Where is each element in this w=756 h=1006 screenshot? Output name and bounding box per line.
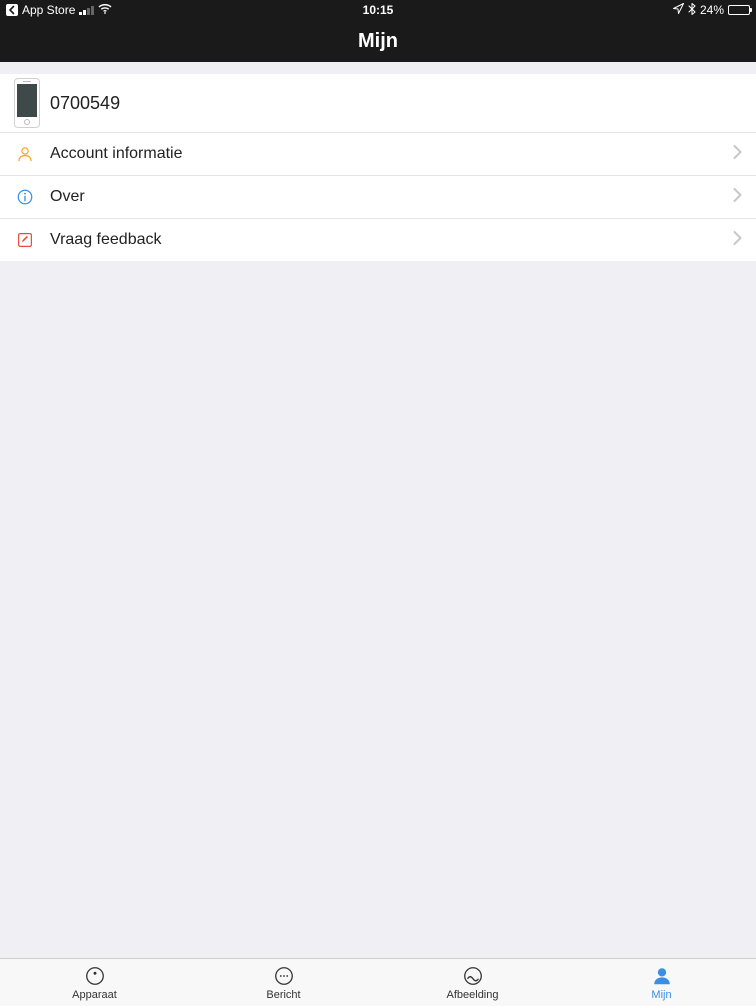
wifi-icon bbox=[98, 3, 112, 17]
tab-mine[interactable]: Mijn bbox=[567, 959, 756, 1006]
tab-bar: Apparaat Bericht Afbeelding Mijn bbox=[0, 958, 756, 1006]
battery-icon bbox=[728, 5, 750, 15]
tab-device[interactable]: Apparaat bbox=[0, 959, 189, 1006]
image-tab-icon bbox=[462, 965, 484, 987]
battery-pct-label: 24% bbox=[700, 3, 724, 17]
location-icon bbox=[673, 3, 684, 17]
bluetooth-icon bbox=[688, 3, 696, 18]
device-phone-icon bbox=[14, 78, 40, 128]
back-to-app-label[interactable]: App Store bbox=[22, 3, 75, 17]
user-icon bbox=[14, 145, 36, 163]
chevron-right-icon bbox=[733, 145, 742, 164]
menu-item-label: Vraag feedback bbox=[50, 231, 733, 249]
chevron-right-icon bbox=[733, 188, 742, 207]
profile-row[interactable]: 0700549 bbox=[0, 74, 756, 132]
message-tab-icon bbox=[273, 965, 295, 987]
device-tab-icon bbox=[84, 965, 106, 987]
spacer bbox=[0, 62, 756, 74]
chevron-right-icon bbox=[733, 231, 742, 250]
back-to-app-icon[interactable] bbox=[6, 4, 18, 16]
menu-item-about[interactable]: Over bbox=[0, 175, 756, 218]
menu-item-feedback[interactable]: Vraag feedback bbox=[0, 218, 756, 261]
tab-label: Bericht bbox=[266, 989, 300, 1001]
tab-image[interactable]: Afbeelding bbox=[378, 959, 567, 1006]
menu-item-label: Account informatie bbox=[50, 145, 733, 163]
mine-tab-icon bbox=[651, 965, 673, 987]
tab-label: Apparaat bbox=[72, 989, 117, 1001]
content-area: 0700549 Account informatie Over Vraag fe… bbox=[0, 62, 756, 958]
cellular-signal-icon bbox=[79, 5, 94, 15]
menu-item-label: Over bbox=[50, 188, 733, 206]
status-bar: App Store 10:15 24% bbox=[0, 0, 756, 20]
menu-item-account[interactable]: Account informatie bbox=[0, 132, 756, 175]
nav-bar: Mijn bbox=[0, 20, 756, 62]
edit-icon bbox=[14, 231, 36, 249]
profile-id: 0700549 bbox=[50, 93, 742, 114]
tab-label: Mijn bbox=[651, 989, 671, 1001]
page-title: Mijn bbox=[358, 30, 398, 53]
status-time: 10:15 bbox=[363, 3, 394, 17]
tab-message[interactable]: Bericht bbox=[189, 959, 378, 1006]
tab-label: Afbeelding bbox=[447, 989, 499, 1001]
info-icon bbox=[14, 188, 36, 206]
